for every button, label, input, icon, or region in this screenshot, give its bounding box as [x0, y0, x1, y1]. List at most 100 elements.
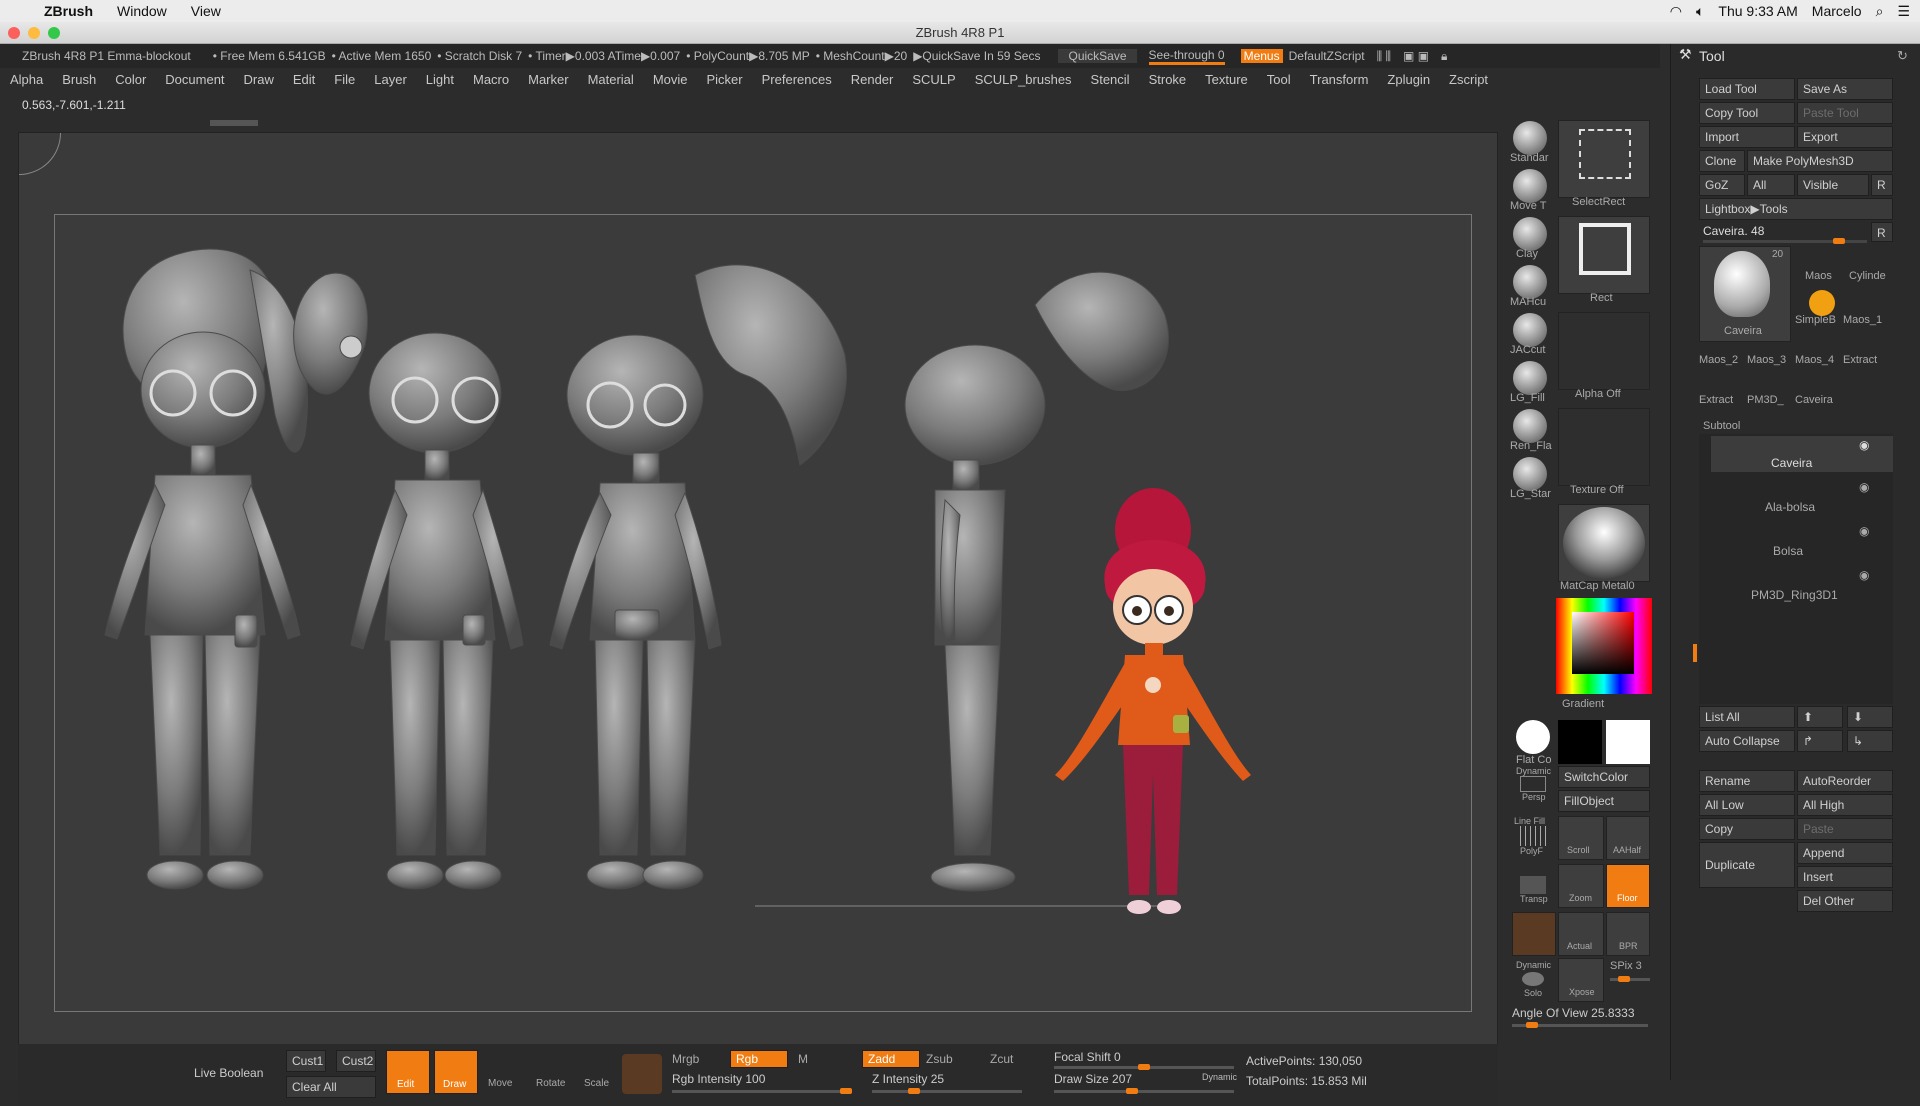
menu-movie[interactable]: Movie: [643, 72, 697, 87]
eye-icon[interactable]: ◉: [1859, 524, 1869, 538]
z-intensity-label[interactable]: Z Intensity 25: [872, 1072, 944, 1086]
clear-all-button[interactable]: Clear All: [286, 1076, 376, 1098]
angle-of-view-label[interactable]: Angle Of View 25.8333: [1512, 1006, 1635, 1020]
xpose-button[interactable]: Xpose: [1558, 958, 1604, 1002]
menu-document[interactable]: Document: [155, 72, 233, 87]
local-button[interactable]: [1512, 912, 1556, 956]
thumb-cylinder[interactable]: Cylinde: [1849, 270, 1886, 282]
thumb-maos-3[interactable]: Maos_3: [1747, 354, 1786, 366]
menu-zscript[interactable]: Zscript: [1439, 72, 1497, 87]
move-up-arrow-icon[interactable]: ⬆: [1797, 706, 1843, 728]
bpr-button[interactable]: BPR: [1606, 912, 1650, 956]
focal-shift-slider[interactable]: [1054, 1066, 1234, 1069]
focal-shift-label[interactable]: Focal Shift 0: [1054, 1050, 1121, 1064]
load-tool-button[interactable]: Load Tool: [1699, 78, 1795, 100]
auto-collapse-button[interactable]: Auto Collapse: [1699, 730, 1795, 752]
volume-icon[interactable]: 🔈︎: [1696, 3, 1704, 20]
thumb-pm3d[interactable]: PM3D_: [1747, 394, 1784, 406]
lg-star-brush-icon[interactable]: [1513, 457, 1547, 491]
draw-button[interactable]: Draw: [434, 1050, 478, 1094]
tool-palette-title[interactable]: Tool: [1699, 48, 1725, 64]
menu-layer[interactable]: Layer: [364, 72, 416, 87]
menu-transform[interactable]: Transform: [1300, 72, 1378, 87]
see-through-slider[interactable]: See-through 0: [1149, 48, 1225, 65]
window-layout-icon[interactable]: ▣ ▣: [1403, 49, 1429, 63]
menu-marker[interactable]: Marker: [518, 72, 577, 87]
menu-preferences[interactable]: Preferences: [752, 72, 841, 87]
move-brush-icon[interactable]: [1513, 169, 1547, 203]
menu-picker[interactable]: Picker: [697, 72, 752, 87]
paste-tool-button[interactable]: Paste Tool: [1797, 102, 1893, 124]
live-boolean-button[interactable]: Live Boolean: [194, 1066, 263, 1080]
rgb-intensity-label[interactable]: Rgb Intensity 100: [672, 1072, 765, 1086]
edit-button[interactable]: Edit: [386, 1050, 430, 1094]
texture-button[interactable]: [1558, 408, 1650, 486]
gradient-label[interactable]: Gradient: [1562, 698, 1604, 710]
save-as-button[interactable]: Save As: [1797, 78, 1893, 100]
polyframe-icon[interactable]: [1520, 826, 1546, 846]
document-frame[interactable]: [54, 214, 1472, 1012]
stroke-select-rect-button[interactable]: [1558, 120, 1650, 198]
menu-material[interactable]: Material: [578, 72, 643, 87]
menu-edit[interactable]: Edit: [283, 72, 324, 87]
thumb-maos[interactable]: Maos: [1805, 270, 1832, 282]
zoom-button[interactable]: Zoom: [1558, 864, 1604, 908]
eye-icon[interactable]: ◉: [1859, 568, 1869, 582]
default-zscript-button[interactable]: DefaultZScript: [1289, 49, 1365, 63]
polypaint-icon[interactable]: [622, 1054, 662, 1094]
zsub-button[interactable]: Zsub: [926, 1052, 953, 1066]
thumb-caveira[interactable]: Caveira: [1795, 394, 1833, 406]
rect-button[interactable]: [1558, 216, 1650, 294]
color-saturation-square[interactable]: [1572, 612, 1634, 674]
solo-icon[interactable]: [1522, 972, 1544, 986]
spix-slider-handle[interactable]: [1618, 976, 1630, 982]
goz-button[interactable]: GoZ: [1699, 174, 1745, 196]
clone-button[interactable]: Clone: [1699, 150, 1745, 172]
arrow-right-down-icon[interactable]: ↳: [1847, 730, 1893, 752]
goz-all-button[interactable]: All: [1747, 174, 1795, 196]
rename-button[interactable]: Rename: [1699, 770, 1795, 792]
duplicate-button[interactable]: Duplicate: [1699, 842, 1795, 888]
scroll-button[interactable]: Scroll: [1558, 816, 1604, 860]
sculpt-model-views[interactable]: [55, 215, 1473, 1013]
current-tool-label[interactable]: Caveira. 48: [1703, 224, 1764, 238]
eye-icon[interactable]: ◉: [1859, 480, 1869, 494]
menu-tool[interactable]: Tool: [1257, 72, 1300, 87]
draw-size-label[interactable]: Draw Size 207: [1054, 1072, 1132, 1086]
refresh-icon[interactable]: ↻: [1897, 48, 1908, 64]
lightbox-tools-button[interactable]: Lightbox▶Tools: [1699, 198, 1893, 220]
clock[interactable]: Thu 9:33 AM: [1718, 3, 1797, 19]
z-intensity-slider[interactable]: [872, 1090, 1022, 1093]
subtool-item-caveira[interactable]: Caveira ◉: [1711, 436, 1893, 472]
close-window-button[interactable]: [8, 27, 20, 39]
menu-sculp[interactable]: SCULP: [902, 72, 964, 87]
jaccut-brush-icon[interactable]: [1513, 313, 1547, 347]
spix-label[interactable]: SPix 3: [1610, 960, 1642, 972]
layout-icon[interactable]: ⫼ ⫼: [1377, 49, 1391, 64]
tool-slider[interactable]: [1703, 240, 1867, 243]
menu-list-icon[interactable]: ☰: [1897, 3, 1910, 20]
transp-icon[interactable]: [1520, 876, 1546, 894]
goz-visible-button[interactable]: Visible: [1797, 174, 1869, 196]
all-low-button[interactable]: All Low: [1699, 794, 1795, 816]
lock-icon[interactable]: 🔒︎: [1441, 49, 1447, 64]
fill-object-button[interactable]: FillObject: [1558, 790, 1650, 812]
cust2-button[interactable]: Cust2: [336, 1050, 376, 1072]
export-button[interactable]: Export: [1797, 126, 1893, 148]
menu-brush[interactable]: Brush: [52, 72, 105, 87]
subtool-scrollbar[interactable]: [1693, 644, 1697, 662]
zcut-button[interactable]: Zcut: [990, 1052, 1013, 1066]
rgb-intensity-slider[interactable]: [672, 1090, 852, 1093]
subtool-item-bolsa[interactable]: Bolsa ◉: [1711, 522, 1893, 558]
rgb-button[interactable]: Rgb: [730, 1050, 788, 1068]
thumb-maos-1[interactable]: Maos_1: [1843, 314, 1882, 326]
app-menu[interactable]: ZBrush: [32, 3, 105, 19]
menu-texture[interactable]: Texture: [1195, 72, 1257, 87]
menu-light[interactable]: Light: [416, 72, 463, 87]
material-button[interactable]: [1558, 504, 1650, 582]
insert-button[interactable]: Insert: [1797, 866, 1893, 888]
thumb-extract[interactable]: Extract: [1843, 354, 1877, 366]
subtool-header[interactable]: Subtool: [1703, 420, 1740, 432]
clay-brush-icon[interactable]: [1513, 217, 1547, 251]
thumb-maos-2[interactable]: Maos_2: [1699, 354, 1738, 366]
